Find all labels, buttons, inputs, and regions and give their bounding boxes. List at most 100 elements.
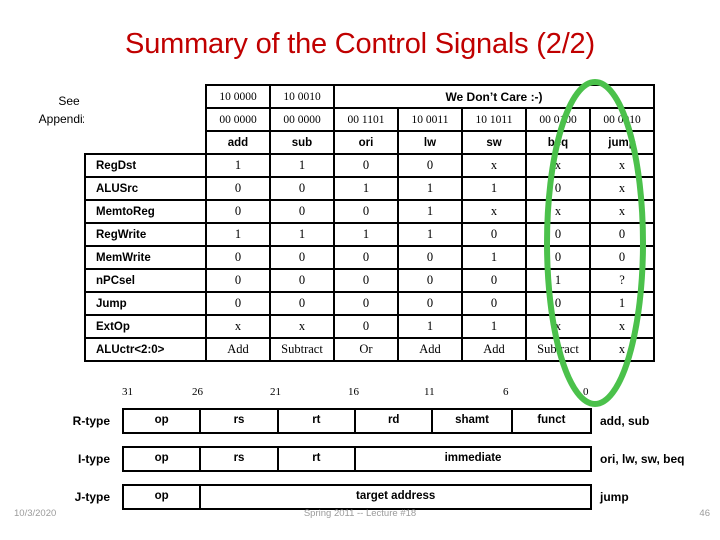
cell-aluctr-ori: Or [333,337,399,362]
cell-alusrc-jump: x [589,176,655,201]
column-header-add: add [205,130,271,155]
cell-npcsel-add: 0 [205,268,271,293]
column-header-beq: beq [525,130,591,155]
cell-regwrite-lw: 1 [397,222,463,247]
row-label-npcsel: nPCsel [84,268,207,293]
cell-memtoreg-beq: x [525,199,591,224]
cell-jump-ori: 0 [333,291,399,316]
cell-npcsel-lw: 0 [397,268,463,293]
bit-number-16: 16 [348,386,359,398]
field-r-rs: rs [201,410,279,432]
field-r-op: op [124,410,202,432]
table-header-row: add sub ori lw sw beq jump [85,130,655,155]
cell-regdst-sub: 1 [269,153,335,178]
cell-regdst-jump: x [589,153,655,178]
format-row-i-type: I-type op rs rt immediate ori, lw, sw, b… [0,446,720,476]
format-note-i-type: ori, lw, sw, beq [600,452,685,466]
cell-extop-beq: x [525,314,591,339]
cell-extop-jump: x [589,314,655,339]
cell-memtoreg-ori: 0 [333,199,399,224]
func-row-spacer [85,85,206,108]
bit-number-26: 26 [192,386,203,398]
cell-extop-sw: 1 [461,314,527,339]
cell-memwrite-jump: 0 [589,245,655,270]
cell-memtoreg-sw: x [461,199,527,224]
cell-regwrite-jump: 0 [589,222,655,247]
cell-memwrite-lw: 0 [397,245,463,270]
format-label-j-type: J-type [74,490,110,504]
op-value-beq: 00 0100 [525,107,591,132]
cell-npcsel-beq: 1 [525,268,591,293]
cell-regwrite-sw: 0 [461,222,527,247]
cell-memwrite-sw: 1 [461,245,527,270]
format-row-r-type: R-type op rs rt rd shamt funct add, sub [0,408,720,438]
format-bar-r-type: op rs rt rd shamt funct [122,408,592,434]
field-i-rs: rs [201,448,279,470]
table-row: MemWrite 0 0 0 0 1 0 0 [84,245,655,270]
func-value-sub: 10 0010 [269,84,335,109]
op-value-add: 00 0000 [205,107,271,132]
cell-memwrite-beq: 0 [525,245,591,270]
table-row: nPCsel 0 0 0 0 0 1 ? [84,268,655,293]
column-header-sw: sw [461,130,527,155]
table-row: ExtOp x x 0 1 1 x x [84,314,655,339]
bit-number-31: 31 [122,386,133,398]
cell-alusrc-ori: 1 [333,176,399,201]
footer-course-info: Spring 2011 -- Lecture #18 [303,508,417,519]
bit-number-6: 6 [503,386,509,398]
cell-memwrite-ori: 0 [333,245,399,270]
bit-number-21: 21 [270,386,281,398]
format-bar-i-type: op rs rt immediate [122,446,592,472]
op-value-sw: 10 1011 [461,107,527,132]
func-value-add: 10 0000 [205,84,271,109]
cell-memwrite-add: 0 [205,245,271,270]
field-r-shamt: shamt [433,410,513,432]
cell-regdst-lw: 0 [397,153,463,178]
cell-aluctr-add: Add [205,337,271,362]
cell-jump-jump: 1 [589,291,655,316]
cell-jump-beq: 0 [525,291,591,316]
bit-number-0: 0 [583,386,589,398]
cell-alusrc-lw: 1 [397,176,463,201]
format-bar-j-type: op target address [122,484,592,510]
cell-jump-lw: 0 [397,291,463,316]
cell-npcsel-sw: 0 [461,268,527,293]
cell-npcsel-jump: ? [589,268,655,293]
table-row: Jump 0 0 0 0 0 0 1 [84,291,655,316]
row-label-memtoreg: MemtoReg [84,199,207,224]
cell-npcsel-ori: 0 [333,268,399,293]
bit-number-row: 31 26 21 16 11 6 0 [0,386,720,402]
row-label-regdst: RegDst [84,153,207,178]
footer-page-number: 46 [699,508,710,519]
cell-aluctr-lw: Add [397,337,463,362]
control-signals-table: 10 0000 10 0010 We Don’t Care :-) 00 000… [84,84,655,362]
cell-regdst-sw: x [461,153,527,178]
bit-number-11: 11 [424,386,435,398]
field-i-op: op [124,448,202,470]
format-note-r-type: add, sub [600,414,650,428]
cell-regdst-beq: x [525,153,591,178]
field-r-rt: rt [279,410,357,432]
cell-jump-add: 0 [205,291,271,316]
column-header-lw: lw [397,130,463,155]
cell-regwrite-beq: 0 [525,222,591,247]
op-value-lw: 10 0011 [397,107,463,132]
cell-extop-ori: 0 [333,314,399,339]
cell-extop-add: x [205,314,271,339]
cell-extop-lw: 1 [397,314,463,339]
column-header-ori: ori [333,130,399,155]
row-label-regwrite: RegWrite [84,222,207,247]
cell-alusrc-beq: 0 [525,176,591,201]
cell-regwrite-add: 1 [205,222,271,247]
table-row: RegWrite 1 1 1 1 0 0 0 [84,222,655,247]
cell-aluctr-beq: Subtract [525,337,591,362]
column-header-jump: jump [589,130,655,155]
cell-aluctr-sub: Subtract [269,337,335,362]
page-title: Summary of the Control Signals (2/2) [125,28,595,60]
format-note-j-type: jump [600,490,629,504]
cell-regdst-ori: 0 [333,153,399,178]
cell-npcsel-sub: 0 [269,268,335,293]
cell-regdst-add: 1 [205,153,271,178]
table-row-op: 00 0000 00 0000 00 1101 10 0011 10 1011 … [85,107,655,132]
table-corner-cell [85,131,207,155]
